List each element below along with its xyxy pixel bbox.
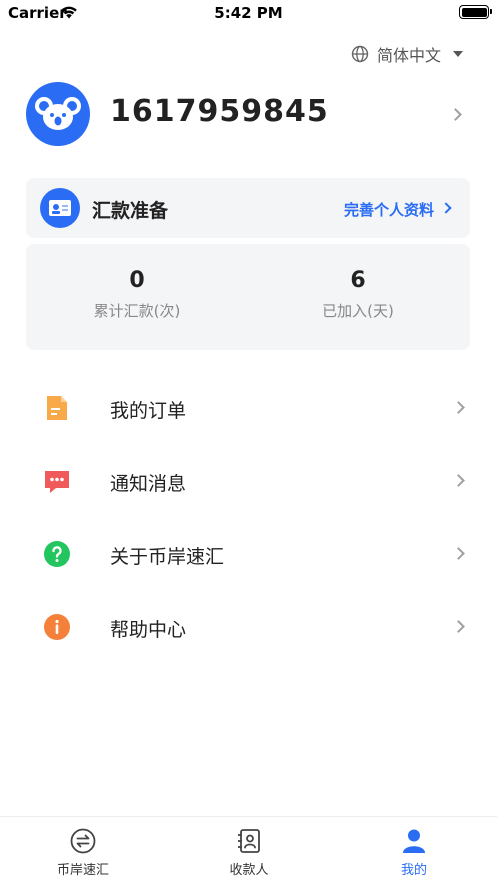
- question-icon: [44, 541, 70, 567]
- clock: 5:42 PM: [214, 4, 283, 22]
- profile-row[interactable]: 1617959845: [26, 82, 470, 146]
- stat-value: 0: [129, 268, 145, 293]
- tab-label: 币岸速汇: [56, 863, 109, 878]
- stat-value: 6: [350, 268, 366, 293]
- chevron-right-icon: [449, 108, 462, 121]
- menu-label: 关于币岸速汇: [110, 546, 225, 568]
- stat-label: 累计汇款(次): [93, 302, 181, 320]
- menu-item-orders[interactable]: 我的订单: [0, 372, 497, 444]
- tab-label: 我的: [400, 863, 427, 878]
- caret-down-icon: [453, 51, 463, 57]
- prep-title: 汇款准备: [92, 200, 169, 222]
- tab-label: 收款人: [229, 863, 269, 878]
- menu-item-help[interactable]: 帮助中心: [0, 591, 497, 663]
- menu-item-notifications[interactable]: 通知消息: [0, 445, 497, 517]
- info-icon: [44, 614, 70, 640]
- language-label: 简体中文: [376, 46, 441, 65]
- menu-label: 我的订单: [110, 400, 187, 422]
- id-card-icon: [40, 188, 80, 228]
- menu-label: 通知消息: [110, 473, 187, 495]
- stat-remittance-count: 0 累计汇款(次): [47, 268, 227, 321]
- order-document-icon: [47, 396, 67, 420]
- tab-recipients[interactable]: 收款人: [166, 817, 332, 883]
- menu-label: 帮助中心: [110, 619, 187, 641]
- globe-icon: [351, 45, 369, 63]
- status-bar: Carrier 5:42 PM: [0, 0, 497, 26]
- tab-bar: 币岸速汇 收款人 我的: [0, 816, 497, 883]
- menu-item-about[interactable]: 关于币岸速汇: [0, 518, 497, 590]
- chevron-right-icon: [452, 474, 465, 487]
- koala-avatar-icon: [26, 82, 90, 146]
- stats-card: 0 累计汇款(次) 6 已加入(天): [26, 244, 470, 350]
- person-icon: [403, 829, 425, 853]
- chevron-right-icon: [452, 547, 465, 560]
- language-selector[interactable]: 简体中文: [351, 42, 463, 66]
- battery-icon: [459, 5, 492, 19]
- message-icon: [45, 471, 69, 493]
- tab-exchange[interactable]: 币岸速汇: [0, 817, 166, 883]
- stat-days-joined: 6 已加入(天): [268, 268, 448, 321]
- user-id: 1617959845: [110, 94, 329, 129]
- remittance-prep-card[interactable]: 汇款准备 完善个人资料: [26, 178, 470, 238]
- stat-label: 已加入(天): [322, 302, 394, 320]
- chevron-right-icon: [452, 401, 465, 414]
- exchange-icon: [70, 828, 96, 854]
- complete-profile-link[interactable]: 完善个人资料: [344, 199, 434, 220]
- contacts-icon: [238, 829, 260, 853]
- chevron-right-icon: [452, 620, 465, 633]
- tab-me[interactable]: 我的: [331, 817, 497, 883]
- chevron-right-icon: [440, 202, 452, 214]
